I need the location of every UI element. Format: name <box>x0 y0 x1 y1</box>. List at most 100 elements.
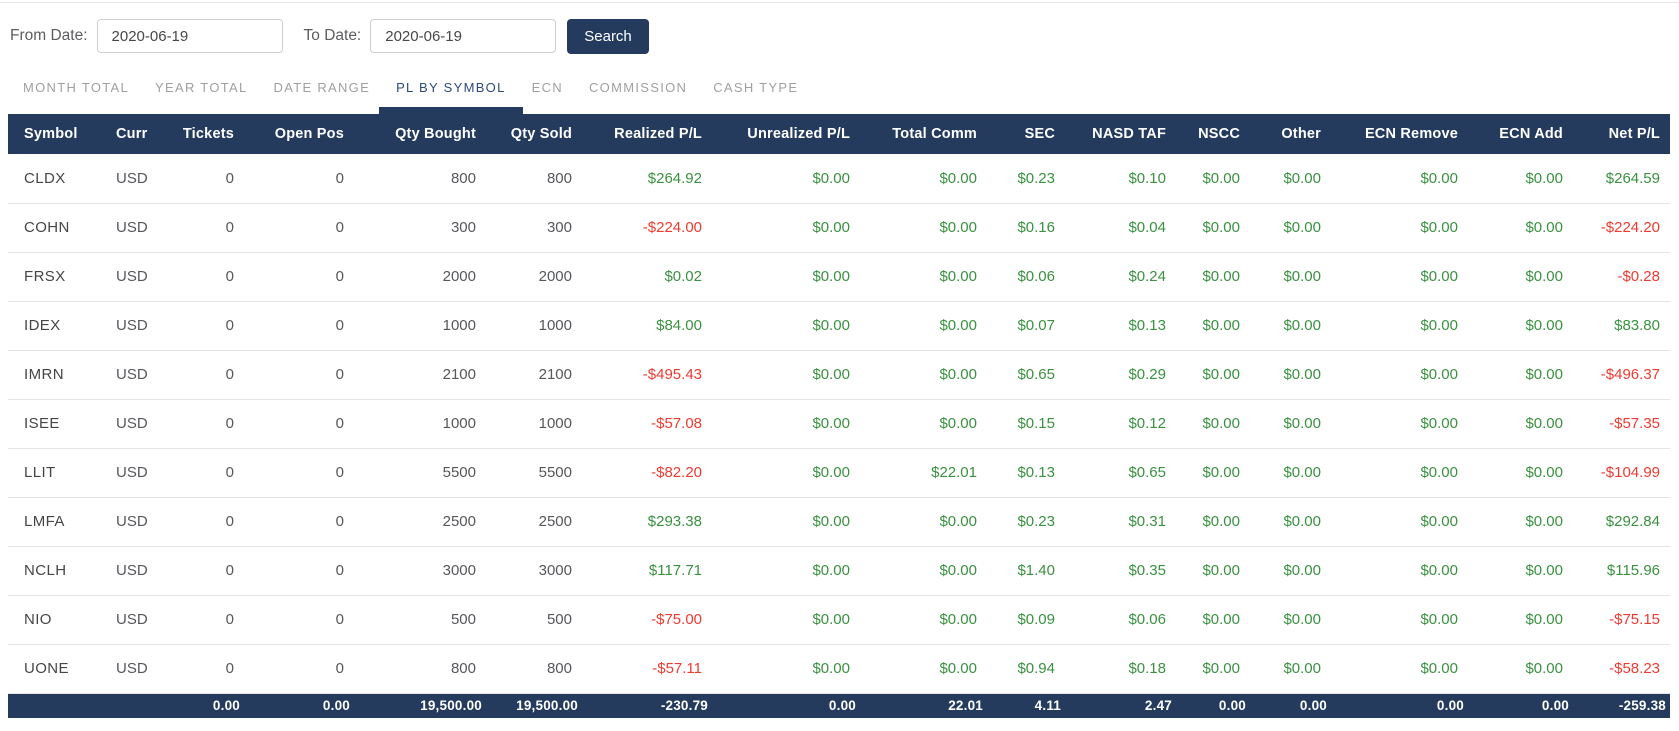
totals-row: 0.00 0.00 19,500.00 19,500.00 -230.79 0.00 22.… <box>8 693 1670 718</box>
table-row: NCLH USD 0 0 3000 3000 $117.71 $0.00 $0.00 $1.40 $… <box>8 546 1670 596</box>
table-cell: ISEE <box>8 399 108 449</box>
tab-date-range[interactable]: DATE RANGE <box>261 73 384 102</box>
table-cell: $0.00 <box>860 595 987 645</box>
table-cell: $117.71 <box>582 546 712 596</box>
search-button[interactable]: Search <box>567 18 649 54</box>
table-cell: IDEX <box>8 301 108 351</box>
table-cell: $0.00 <box>712 595 860 645</box>
table-cell: -$224.20 <box>1573 203 1670 253</box>
table-cell: -$495.43 <box>582 350 712 400</box>
to-date-label: To Date: <box>303 27 362 44</box>
filter-bar: From Date: To Date: Search <box>0 3 1679 55</box>
table-cell: $0.00 <box>1250 350 1331 400</box>
totals-cell: 0.00 <box>1176 693 1250 718</box>
table-cell: 800 <box>486 154 582 204</box>
tab-cash-type[interactable]: CASH TYPE <box>700 73 811 102</box>
tab-pl-by-symbol[interactable]: PL BY SYMBOL <box>379 73 523 114</box>
header-cell: Qty Bought <box>354 114 486 154</box>
totals-cell: 22.01 <box>860 693 987 718</box>
table-cell: $0.00 <box>1250 252 1331 302</box>
header-cell: Open Pos <box>244 114 354 154</box>
table-cell: 800 <box>354 154 486 204</box>
totals-cell: 0.00 <box>178 693 244 718</box>
table-cell: $0.31 <box>1065 497 1176 547</box>
totals-cell <box>8 693 108 718</box>
totals-cell <box>108 693 178 718</box>
table-row: ISEE USD 0 0 1000 1000 -$57.08 $0.00 $0.00 $0.15 $… <box>8 399 1670 449</box>
table-cell: $0.00 <box>1176 497 1250 547</box>
table-cell: $264.92 <box>582 154 712 204</box>
table-cell: USD <box>108 154 178 204</box>
header-cell: ECN Remove <box>1331 114 1468 154</box>
totals-cell: 0.00 <box>244 693 354 718</box>
totals-cell: -259.38 <box>1573 693 1670 718</box>
from-date-input[interactable] <box>96 19 283 53</box>
table-cell: $22.01 <box>860 448 987 498</box>
table-cell: $1.40 <box>987 546 1065 596</box>
table-cell: 1000 <box>354 399 486 449</box>
table-cell: $0.00 <box>1250 644 1331 694</box>
totals-cell: 4.11 <box>987 693 1065 718</box>
table-cell: $0.00 <box>1250 546 1331 596</box>
table-cell: -$57.35 <box>1573 399 1670 449</box>
table-row: LMFA USD 0 0 2500 2500 $293.38 $0.00 $0.00 $0.23 $… <box>8 497 1670 547</box>
totals-cell: 2.47 <box>1065 693 1176 718</box>
table-cell: $0.00 <box>1176 350 1250 400</box>
table-cell: $0.00 <box>712 448 860 498</box>
table-cell: $0.15 <box>987 399 1065 449</box>
table-cell: 0 <box>244 203 354 253</box>
table-cell: $0.00 <box>860 399 987 449</box>
table-cell: 5500 <box>354 448 486 498</box>
table-row: COHN USD 0 0 300 300 -$224.00 $0.00 $0.00 $0.16 $0… <box>8 203 1670 253</box>
table-row: UONE USD 0 0 800 800 -$57.11 $0.00 $0.00 $0.94 $0.… <box>8 644 1670 694</box>
table-cell: USD <box>108 399 178 449</box>
tab-year-total[interactable]: YEAR TOTAL <box>142 73 260 102</box>
table-cell: -$104.99 <box>1573 448 1670 498</box>
table-cell: -$75.00 <box>582 595 712 645</box>
table-cell: $0.00 <box>1331 448 1468 498</box>
table-cell: $0.00 <box>1176 448 1250 498</box>
tab-month-total[interactable]: MONTH TOTAL <box>10 73 142 102</box>
table-cell: $0.65 <box>1065 448 1176 498</box>
table-cell: $0.00 <box>860 497 987 547</box>
header-cell: ECN Add <box>1468 114 1573 154</box>
table-cell: 0 <box>178 203 244 253</box>
table-cell: 0 <box>178 154 244 204</box>
table-cell: $0.00 <box>1250 497 1331 547</box>
table-cell: IMRN <box>8 350 108 400</box>
table-row: NIO USD 0 0 500 500 -$75.00 $0.00 $0.00 $0.09 $0.0… <box>8 595 1670 645</box>
to-date-input[interactable] <box>370 19 557 53</box>
table-cell: $0.65 <box>987 350 1065 400</box>
table-cell: 1000 <box>486 301 582 351</box>
header-cell: Qty Sold <box>486 114 582 154</box>
totals-cell: 0.00 <box>712 693 860 718</box>
table-cell: 800 <box>354 644 486 694</box>
table-cell: $0.02 <box>582 252 712 302</box>
table-cell: $0.00 <box>1176 203 1250 253</box>
table-cell: $0.23 <box>987 497 1065 547</box>
table-cell: $0.00 <box>712 252 860 302</box>
table-cell: 0 <box>178 644 244 694</box>
header-cell: Symbol <box>8 114 108 154</box>
table-cell: 0 <box>244 497 354 547</box>
pl-by-symbol-table-wrap: Symbol Curr Tickets Open Pos Qty Bought Qty S… <box>8 114 1670 718</box>
table-cell: 300 <box>486 203 582 253</box>
tab-commission[interactable]: COMMISSION <box>576 73 700 102</box>
header-cell: Unrealized P/L <box>712 114 860 154</box>
table-cell: $0.13 <box>987 448 1065 498</box>
table-cell: $0.00 <box>1176 154 1250 204</box>
table-cell: 5500 <box>486 448 582 498</box>
table-cell: 0 <box>244 350 354 400</box>
table-cell: USD <box>108 301 178 351</box>
table-cell: NIO <box>8 595 108 645</box>
totals-cell: 19,500.00 <box>486 693 582 718</box>
tab-ecn[interactable]: ECN <box>519 73 576 102</box>
table-cell: 500 <box>486 595 582 645</box>
table-cell: $0.00 <box>1331 301 1468 351</box>
table-cell: $0.00 <box>1468 595 1573 645</box>
table-row: FRSX USD 0 0 2000 2000 $0.02 $0.00 $0.00 $0.06 $0.… <box>8 252 1670 302</box>
table-cell: $0.00 <box>712 644 860 694</box>
table-cell: -$496.37 <box>1573 350 1670 400</box>
table-cell: 2000 <box>486 252 582 302</box>
table-cell: $292.84 <box>1573 497 1670 547</box>
